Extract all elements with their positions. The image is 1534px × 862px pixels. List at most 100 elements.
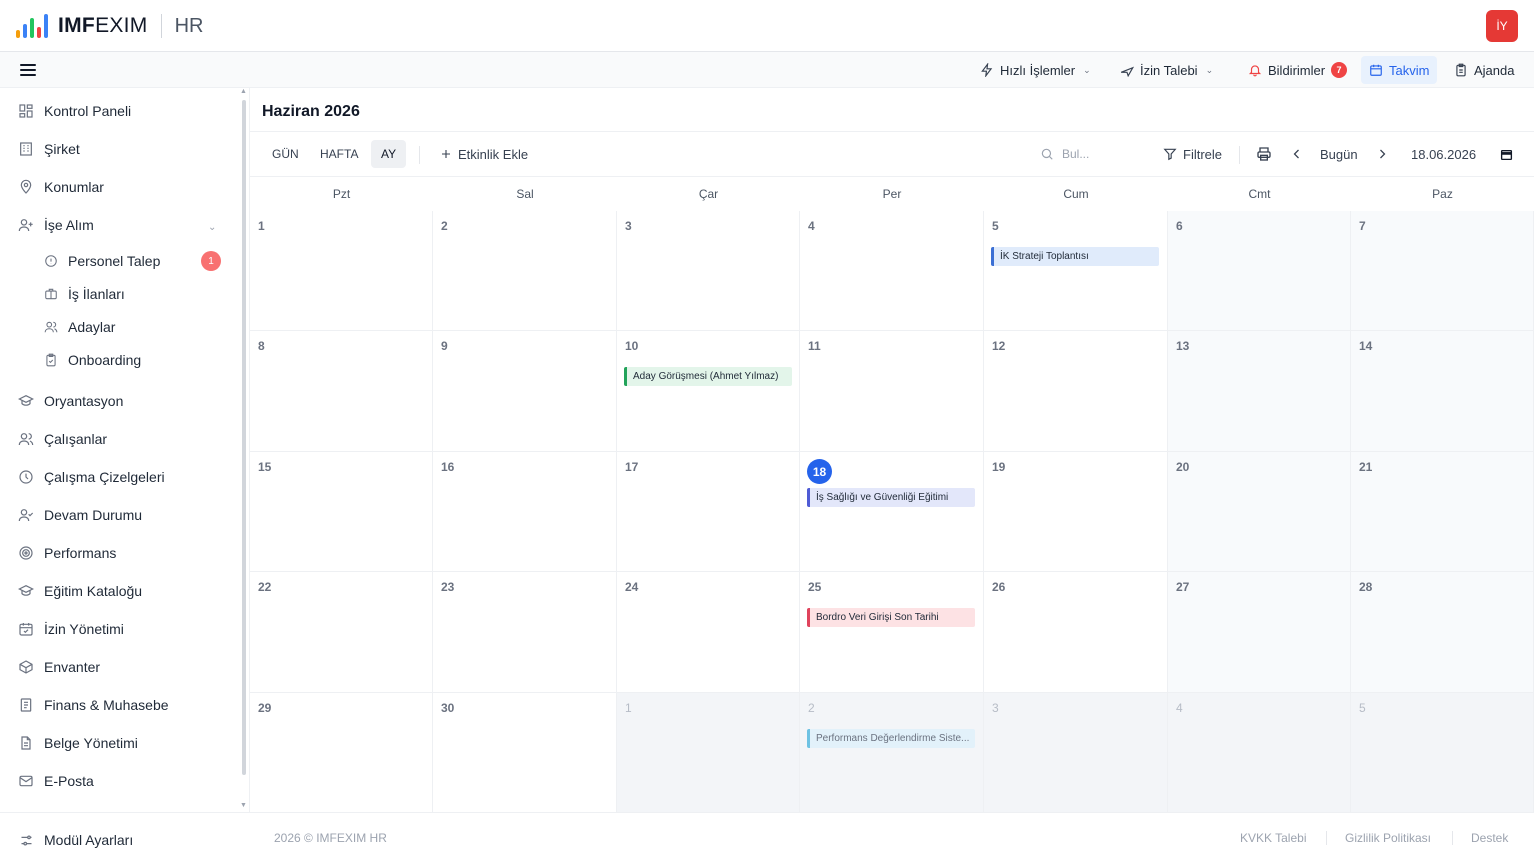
sidebar-item-egitim-katalogu[interactable]: Eğitim Kataloğu [18,579,142,603]
day-number: 14 [1359,339,1373,353]
day-cell[interactable]: 23 [433,572,617,693]
sidebar-item-calisma-cizelgeleri[interactable]: Çalışma Çizelgeleri [18,465,165,489]
print-button[interactable] [1256,140,1272,168]
briefcase-icon [44,287,58,301]
day-cell[interactable]: 1 [617,693,800,813]
sidebar-item-finans-muhasebe[interactable]: Finans & Muhasebe [18,693,169,717]
leave-request-dropdown[interactable]: İzin Talebi ⌄ [1112,56,1221,84]
day-cell[interactable]: 4 [1168,693,1351,813]
sidebar-item-label: Belge Yönetimi [44,735,138,751]
sidebar-subitem-personel-talep[interactable]: Personel Talep [44,250,160,272]
privacy-link[interactable]: Gizlilik Politikası [1345,831,1431,845]
sidebar-subitem-onboarding[interactable]: Onboarding [44,349,141,371]
sidebar-item-sirket[interactable]: Şirket [18,137,80,161]
sidebar-item-izin-yonetimi[interactable]: İzin Yönetimi [18,617,124,641]
day-cell[interactable]: 5 [1351,693,1534,813]
day-cell[interactable]: 6 [1168,211,1351,331]
day-cell[interactable]: 5 [984,211,1168,331]
sidebar-item-kontrol-paneli[interactable]: Kontrol Paneli [18,99,131,123]
day-cell[interactable]: 17 [617,452,800,572]
day-cell[interactable]: 3 [984,693,1168,813]
day-cell[interactable]: 2 [800,693,984,813]
scroll-down-icon[interactable]: ▼ [240,802,247,809]
sidebar-item-module-settings[interactable]: Modül Ayarları [18,828,133,852]
day-cell[interactable]: 11 [800,331,984,452]
filter-button[interactable]: Filtrele [1163,140,1222,168]
search-icon [1041,148,1053,160]
day-number: 21 [1359,460,1373,474]
day-cell[interactable]: 24 [617,572,800,693]
day-cell[interactable]: 3 [617,211,800,331]
sidebar-item-calisanlar[interactable]: Çalışanlar [18,427,107,451]
today-button[interactable]: Bugün [1320,140,1358,168]
user-avatar[interactable]: İY [1486,10,1518,42]
sidebar-subitem-adaylar[interactable]: Adaylar [44,316,115,338]
sidebar-item-ise-alim[interactable]: İşe Alım [18,213,94,237]
date-field[interactable]: 18.06.2026 [1411,140,1476,168]
logo-divider [160,14,162,38]
day-number: 22 [258,580,272,594]
day-cell[interactable]: 8 [250,331,433,452]
calendar-search[interactable]: Bul... [1040,142,1150,166]
view-day-button[interactable]: GÜN [262,140,309,168]
day-cell[interactable]: 28 [1351,572,1534,693]
view-week-button[interactable]: HAFTA [310,140,368,168]
quick-actions-dropdown[interactable]: Hızlı İşlemler ⌄ [972,56,1099,84]
day-cell[interactable]: 12 [984,331,1168,452]
day-number: 2 [808,701,815,715]
day-cell[interactable]: 1 [250,211,433,331]
scroll-up-icon[interactable]: ▲ [240,88,247,95]
day-cell[interactable]: 27 [1168,572,1351,693]
day-cell[interactable]: 10 [617,331,800,452]
sidebar-item-e-posta[interactable]: E-Posta [18,769,94,793]
day-cell[interactable]: 14 [1351,331,1534,452]
add-event-button[interactable]: Etkinlik Ekle [440,140,528,168]
day-cell[interactable]: 26 [984,572,1168,693]
app-logo[interactable]: IMFEXIM HR [16,12,204,40]
sidebar-item-devam-durumu[interactable]: Devam Durumu [18,503,142,527]
day-cell[interactable]: 22 [250,572,433,693]
support-link[interactable]: Destek [1471,831,1508,845]
notifications-button[interactable]: Bildirimler 7 [1240,56,1355,84]
graduation-cap-icon [18,393,34,409]
day-cell[interactable]: 20 [1168,452,1351,572]
chevron-down-icon: ⌄ [1205,64,1214,75]
day-cell[interactable]: 18 [800,452,984,572]
calendar-event[interactable]: İş Sağlığı ve Güvenliği Eğitimi [807,488,975,507]
day-cell[interactable]: 16 [433,452,617,572]
sidebar-scroll-thumb[interactable] [242,100,246,775]
day-cell[interactable]: 7 [1351,211,1534,331]
next-month-button[interactable] [1376,140,1388,168]
date-picker-button[interactable] [1500,140,1513,168]
day-cell[interactable]: 2 [433,211,617,331]
day-cell[interactable]: 30 [433,693,617,813]
day-cell[interactable]: 15 [250,452,433,572]
day-cell[interactable]: 4 [800,211,984,331]
sidebar-item-belge-yonetimi[interactable]: Belge Yönetimi [18,731,138,755]
calendar-event[interactable]: Aday Görüşmesi (Ahmet Yılmaz) [624,367,792,386]
day-cell[interactable]: 25 [800,572,984,693]
day-cell[interactable]: 19 [984,452,1168,572]
day-cell[interactable]: 13 [1168,331,1351,452]
calendar-view-button[interactable]: Takvim [1361,56,1438,84]
previous-month-button[interactable] [1291,140,1303,168]
calendar-event[interactable]: İK Strateji Toplantısı [991,247,1159,266]
sidebar-subitem-is-ilanlari[interactable]: İş İlanları [44,283,125,305]
calendar-event[interactable]: Bordro Veri Girişi Son Tarihi [807,608,975,627]
sidebar-item-konumlar[interactable]: Konumlar [18,175,104,199]
day-cell[interactable]: 21 [1351,452,1534,572]
day-number: 15 [258,460,272,474]
search-input[interactable]: Bul... [1062,147,1089,161]
day-cell[interactable]: 29 [250,693,433,813]
agenda-button[interactable]: Ajanda [1446,56,1522,84]
view-month-button[interactable]: AY [371,140,407,168]
sidebar-item-envanter[interactable]: Envanter [18,655,100,679]
sidebar-item-performans[interactable]: Performans [18,541,116,565]
building-icon [18,141,34,157]
chevron-down-icon[interactable]: ⌄ [208,222,216,233]
sidebar-item-oryantasyon[interactable]: Oryantasyon [18,389,123,413]
calendar-event[interactable]: Performans Değerlendirme Siste... [807,729,975,748]
kvkk-link[interactable]: KVKK Talebi [1240,831,1307,845]
day-cell[interactable]: 9 [433,331,617,452]
menu-toggle-icon[interactable] [20,62,36,78]
